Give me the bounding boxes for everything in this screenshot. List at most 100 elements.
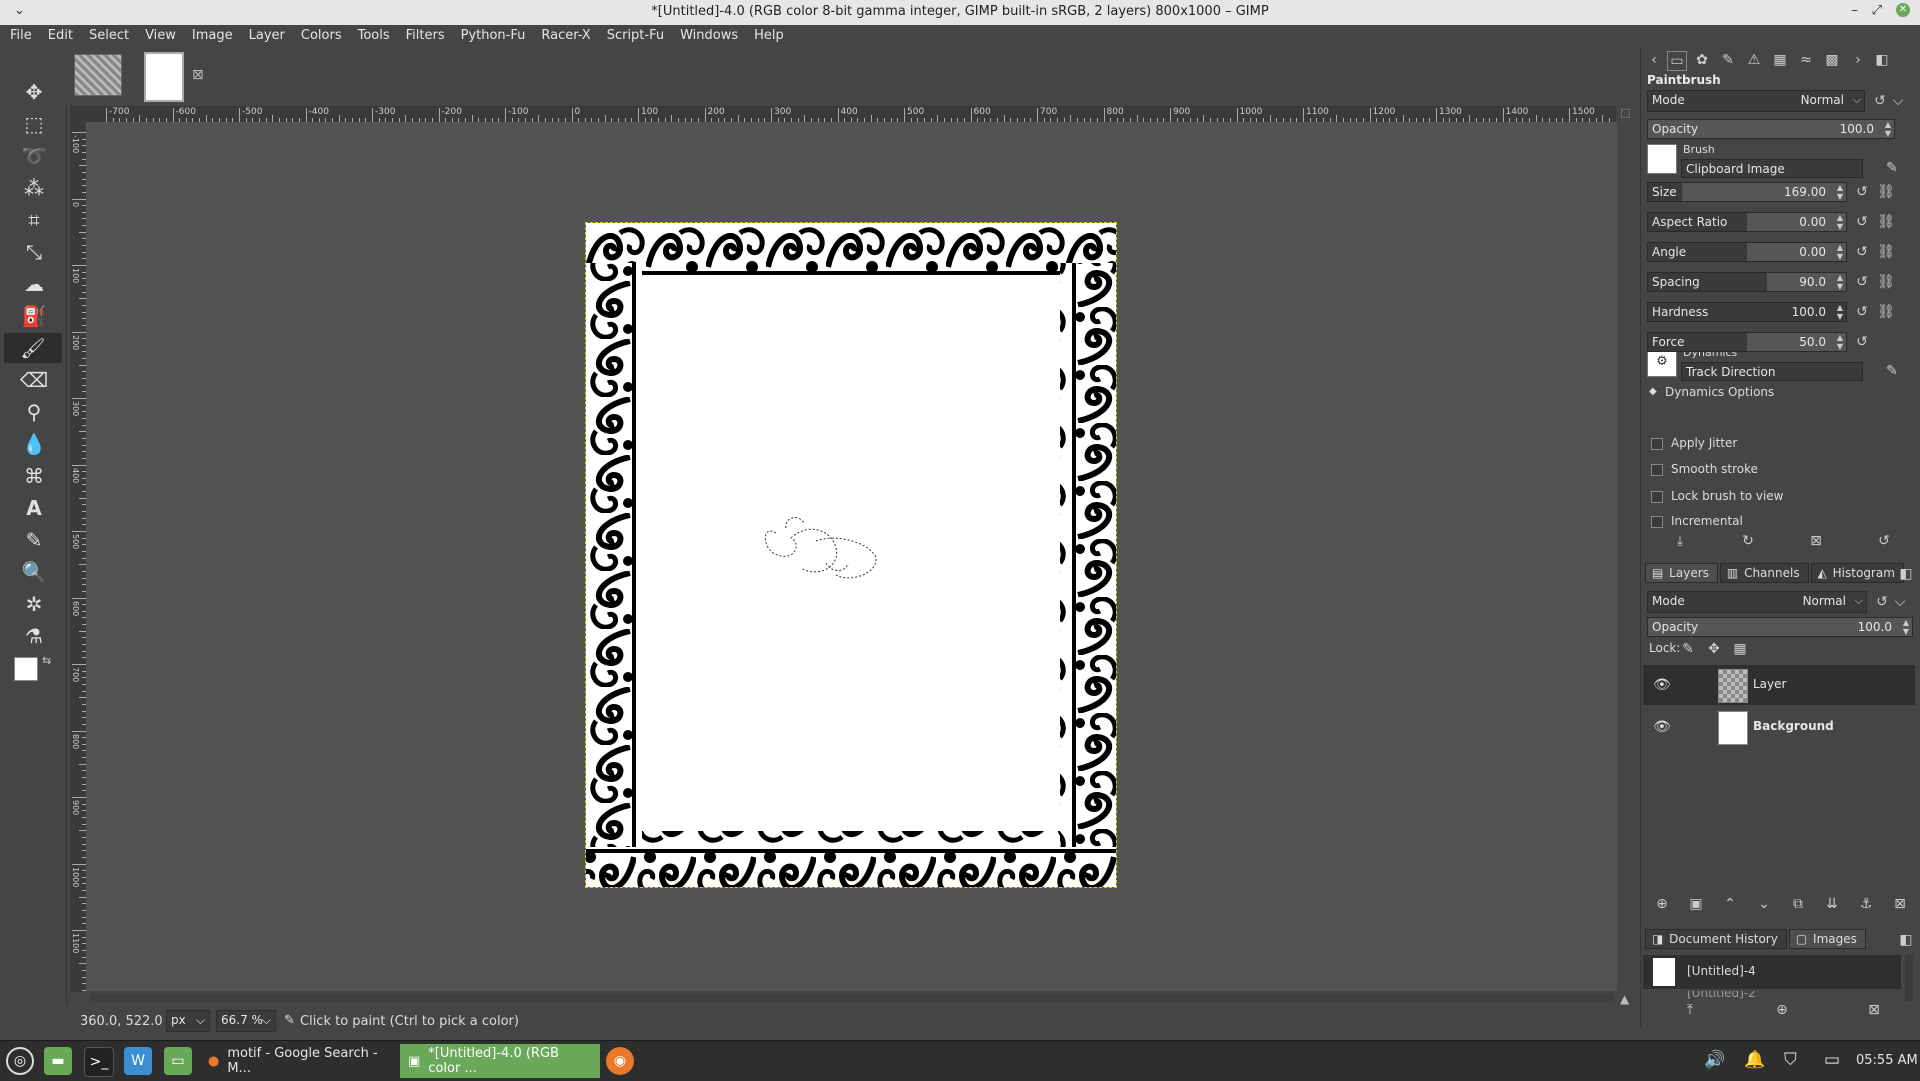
configure-tab-icon[interactable]: ◧	[1897, 565, 1915, 583]
notifications-icon[interactable]: 🔔	[1744, 1050, 1765, 1070]
eraser-tool-icon[interactable]: ⌫	[18, 365, 50, 395]
image-canvas[interactable]	[586, 223, 1116, 887]
visibility-eye-icon[interactable]: 👁	[1653, 677, 1671, 693]
gradients-tab-icon[interactable]: ≈	[1797, 51, 1815, 69]
image-list-scrollbar[interactable]	[1905, 955, 1913, 1001]
gegl-tool-icon[interactable]: ⚗	[18, 621, 50, 651]
image-tab-thumb-active[interactable]	[144, 52, 184, 102]
configure-tab-icon[interactable]: ◧	[1873, 51, 1891, 69]
expander-icon[interactable]: ◆	[1649, 386, 1657, 397]
vertical-ruler[interactable]: -100010020030040050060070080090010001100	[70, 122, 87, 992]
configure-tab-icon[interactable]: ◧	[1897, 931, 1915, 949]
rect-select-tool-icon[interactable]: ⬚	[18, 109, 50, 139]
spin-arrows-icon[interactable]: ▲▼	[1837, 333, 1843, 351]
link-icon[interactable]: ⛓	[1877, 303, 1895, 321]
size-slider[interactable]: Size169.00▲▼	[1647, 182, 1847, 202]
horizontal-scrollbar[interactable]	[90, 993, 1615, 1001]
restore-options-icon[interactable]: ↻	[1739, 532, 1757, 550]
raise-view-icon[interactable]: ⤒	[1681, 1001, 1699, 1019]
ruler-corner[interactable]	[70, 106, 86, 122]
new-view-icon[interactable]: ⊕	[1773, 1001, 1791, 1019]
close-tab-icon[interactable]: ⊠	[192, 67, 204, 83]
apply-jitter-checkbox[interactable]	[1651, 438, 1663, 450]
reset-value-icon[interactable]: ↺	[1853, 273, 1871, 291]
layer-mode-dropdown[interactable]: Mode Normal ⌵	[1647, 591, 1867, 613]
tab-document-history[interactable]: ◨ Document History	[1645, 929, 1787, 949]
path-tool-icon[interactable]: ⌘	[18, 461, 50, 491]
reset-value-icon[interactable]: ↺	[1853, 333, 1871, 351]
duplicate-layer-icon[interactable]: ⧉	[1789, 895, 1807, 913]
taskbar-item-browser[interactable]: ●motif - Google Search - M...	[200, 1044, 396, 1078]
unit-selector[interactable]: px ⌵	[166, 1010, 210, 1032]
text-tool-icon[interactable]: A	[18, 493, 50, 523]
new-layer-icon[interactable]: ⊕	[1653, 895, 1671, 913]
anchor-layer-icon[interactable]: ⚓	[1857, 895, 1875, 913]
spin-arrows-icon[interactable]: ▲▼	[1837, 273, 1843, 291]
tool-options-tab-icon[interactable]: ▭	[1667, 51, 1687, 71]
lasso-tool-icon[interactable]: ➰	[18, 141, 50, 171]
incremental-checkbox[interactable]	[1651, 516, 1663, 528]
lock-alpha-icon[interactable]: ▦	[1731, 640, 1749, 658]
zoom-selector[interactable]: 66.7 % ⌵	[216, 1010, 276, 1032]
warp-tool-icon[interactable]: ☁	[18, 269, 50, 299]
smudge-tool-icon[interactable]: 💧	[18, 429, 50, 459]
link-icon[interactable]: ⛓	[1877, 183, 1895, 201]
edit-brush-icon[interactable]: ✎	[1883, 159, 1901, 177]
lower-layer-icon[interactable]: ⌄	[1755, 895, 1773, 913]
color-picker-tool-icon[interactable]: ✎	[18, 525, 50, 555]
foreground-color-swatch[interactable]	[14, 657, 38, 681]
menu-script-fu[interactable]: Script-Fu	[599, 25, 672, 47]
layer-row-background[interactable]: 👁 Background	[1643, 707, 1915, 747]
visibility-eye-icon[interactable]: 👁	[1653, 719, 1671, 735]
brush-name-field[interactable]: Clipboard Image	[1681, 159, 1863, 178]
reset-value-icon[interactable]: ↺	[1853, 213, 1871, 231]
maximize-icon[interactable]: ⤢	[1872, 3, 1882, 18]
menu-colors[interactable]: Colors	[293, 25, 350, 47]
reset-value-icon[interactable]: ↺	[1853, 243, 1871, 261]
fonts-tab-icon[interactable]: ▩	[1823, 51, 1841, 69]
close-window-icon[interactable]: ✕	[1896, 3, 1910, 17]
menu-edit[interactable]: Edit	[40, 25, 81, 47]
spin-arrows-icon[interactable]: ▲▼	[1837, 183, 1843, 201]
spin-arrows-icon[interactable]: ▲▼	[1903, 618, 1909, 636]
quick-mask-toggle[interactable]: ⬚	[1620, 106, 1634, 120]
menu-file[interactable]: File	[2, 25, 40, 47]
swap-colors-icon[interactable]: ⇆	[42, 654, 51, 667]
delete-layer-icon[interactable]: ⊠	[1891, 895, 1909, 913]
start-menu-icon[interactable]: ◎	[6, 1047, 34, 1075]
fuzzy-select-tool-icon[interactable]: ⁂	[18, 173, 50, 203]
spacing-slider[interactable]: Spacing90.0▲▼	[1647, 272, 1847, 292]
menu-view[interactable]: View	[137, 25, 184, 47]
brushes-tab-icon[interactable]: ✿	[1693, 51, 1711, 69]
delete-options-icon[interactable]: ⊠	[1807, 532, 1825, 550]
patterns-tab-icon[interactable]: ▦	[1771, 51, 1789, 69]
reset-options-icon[interactable]: ↺	[1875, 532, 1893, 550]
horizontal-ruler[interactable]: -700-600-500-400-300-200-100010020030040…	[86, 106, 1616, 123]
crop-tool-icon[interactable]: ⌗	[18, 205, 50, 235]
layer-opacity-slider[interactable]: Opacity 100.0 ▲▼	[1647, 617, 1913, 637]
reset-mode-icon[interactable]: ↺	[1873, 593, 1891, 611]
zoom-tool-icon[interactable]: 🔍	[18, 557, 50, 587]
image-list-item[interactable]: [Untitled]-2	[1643, 991, 1901, 999]
update-shield-icon[interactable]: ⛉	[1784, 1050, 1797, 1070]
angle-slider[interactable]: Angle0.00▲▼	[1647, 242, 1847, 262]
show-desktop-icon[interactable]: ▬	[44, 1047, 72, 1075]
menu-racer-x[interactable]: Racer-X	[533, 25, 598, 47]
transform-tool-icon[interactable]: ⤡	[18, 237, 50, 267]
new-layer-group-icon[interactable]: ▣	[1687, 895, 1705, 913]
link-icon[interactable]: ⛓	[1877, 213, 1895, 231]
lock-position-icon[interactable]: ✥	[1705, 640, 1723, 658]
brush-preview[interactable]	[1647, 144, 1677, 174]
text-editor-icon[interactable]: W	[124, 1047, 152, 1075]
reset-mode-icon[interactable]: ↺	[1871, 92, 1889, 110]
chevron-left-icon[interactable]: ‹	[1645, 51, 1663, 69]
merge-layer-icon[interactable]: ⇊	[1823, 895, 1841, 913]
menu-filters[interactable]: Filters	[398, 25, 453, 47]
hardness-slider[interactable]: Hardness100.0▲▼	[1647, 302, 1847, 322]
warning-tab-icon[interactable]: ⚠	[1745, 51, 1763, 69]
opacity-slider[interactable]: Opacity 100.0 ▲▼	[1647, 119, 1895, 139]
layer-row-layer[interactable]: 👁 Layer	[1643, 665, 1915, 705]
move-tool-icon[interactable]: ✥	[18, 77, 50, 107]
lock-pixels-icon[interactable]: ✎	[1679, 640, 1697, 658]
image-tab-thumb-1[interactable]	[74, 54, 122, 96]
